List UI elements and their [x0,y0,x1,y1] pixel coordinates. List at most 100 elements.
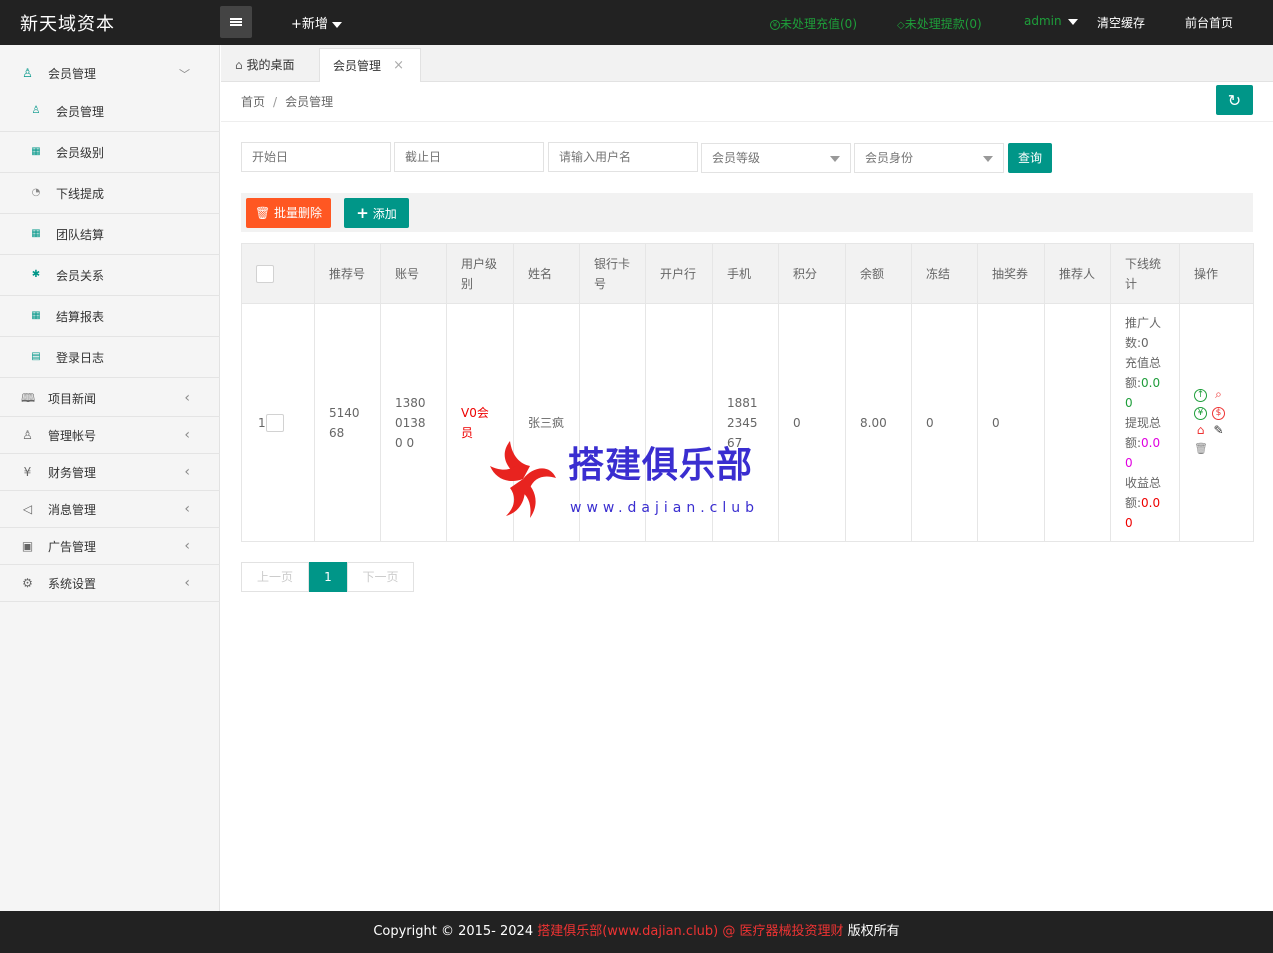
pending-recharge-label: 未处理充值(0) [780,17,857,31]
add-label: 添加 [372,207,397,221]
sidebar-group-label: 系统设置 [48,576,97,591]
search-icon[interactable]: ⌕ [1212,388,1225,402]
column-header: 下线统计 [1110,243,1180,304]
copyright-link[interactable]: 搭建俱乐部(www.dajian.club) @ 医疗器械投资理财 [537,924,843,939]
pending-recharge-link[interactable]: ¥ 未处理充值(0) [770,15,857,32]
sidebar-group-label: 会员管理 [48,67,97,81]
tag-icon[interactable]: ⌂ [1194,424,1207,438]
sidebar-group-label: 广告管理 [48,539,97,554]
sidebar-group-label: 项目新闻 [48,391,97,406]
prev-page-button[interactable]: 上一页 [241,562,309,592]
copyright-suffix: 版权所有 [847,924,900,939]
frontend-home-link[interactable]: 前台首页 [1185,14,1233,31]
hamburger-icon [230,18,242,26]
close-icon[interactable]: × [393,49,404,83]
copyright-prefix: Copyright © 2015- 2024 [373,924,534,939]
sidebar-item-label: 登录日志 [56,350,105,365]
app-logo: 新天域资本 [20,14,115,35]
column-header: 银行卡号 [579,243,646,304]
grid-icon: ▦ [31,228,41,239]
gear-icon: ⚙ [22,575,33,590]
next-page-button[interactable]: 下一页 [347,562,414,592]
chevron-left-icon: ‹ [184,575,190,591]
column-header: 冻结 [911,243,978,304]
gauge-icon: ◔ [31,187,41,198]
breadcrumb-home[interactable]: 首页 [241,95,265,109]
watermark-text: 搭建俱乐部 [568,445,754,486]
points-cell: 0 [778,303,846,542]
refresh-icon: ↻ [1227,90,1242,110]
sidebar-item-label: 结算报表 [56,309,105,324]
batch-delete-button[interactable]: 🗑 批量删除 [246,198,331,228]
select-value: 会员等级 [712,151,761,165]
chevron-left-icon: ‹ [184,464,190,480]
users-icon: ♙ [22,427,33,442]
footer: Copyright © 2015- 2024 搭建俱乐部(www.dajian.… [0,911,1273,953]
sidebar: ♙ 会员管理 ﹀ ♙ 会员管理 ▦ 会员级别 ◔ 下线提成 ▦ 团队结算 ✱ 会员关系 ▦… [0,45,220,911]
column-header: 操作 [1179,243,1254,304]
caret-down-icon [830,156,840,162]
tab-label: 会员管理 [333,59,382,73]
username-input[interactable]: 请输入用户名 [548,142,698,172]
chevron-left-icon: ‹ [184,427,190,443]
sidebar-group-finance[interactable]: ¥ 财务管理 ‹ [0,454,220,491]
add-new-menu[interactable]: +新增 [291,13,342,32]
sidebar-item-member-management[interactable]: ♙ 会员管理 [0,91,220,132]
upgrade-icon[interactable]: ↑ [1194,389,1207,402]
watermark-logo: 搭建俱乐部 www.dajian.club [488,436,788,526]
sidebar-group-accounts[interactable]: ♙ 管理帐号 ‹ [0,417,220,454]
sidebar-item-downline-commission[interactable]: ◔ 下线提成 [0,173,220,214]
column-header: 余额 [845,243,912,304]
user-icon: ♙ [22,66,33,80]
grid-icon: ▦ [31,146,41,157]
yen-circle-icon[interactable]: ¥ [1194,407,1207,420]
tab-desktop[interactable]: ⌂ 我的桌面 [235,48,319,82]
actions-cell: ↑ ⌕ ¥ $ ⌂ ✎ 🗑 [1179,303,1254,542]
caret-down-icon [331,21,342,28]
sidebar-item-label: 下线提成 [56,186,105,201]
sidebar-group-ads[interactable]: ▣ 广告管理 ‹ [0,528,220,565]
tab-members[interactable]: 会员管理 × [319,48,421,82]
start-date-input[interactable]: 开始日 [241,142,391,172]
column-header: 账号 [380,243,447,304]
sidebar-item-label: 会员关系 [56,268,105,283]
select-all-checkbox[interactable] [256,265,274,283]
refresh-button[interactable]: ↻ [1216,85,1253,115]
sidebar-item-label: 团队结算 [56,227,105,242]
page-1-button[interactable]: 1 [309,562,347,592]
sidebar-group-settings[interactable]: ⚙ 系统设置 ‹ [0,565,220,602]
lottery-cell: 0 [977,303,1045,542]
clear-cache-link[interactable]: 清空缓存 [1097,14,1145,31]
admin-menu[interactable]: admin [1024,14,1078,28]
tree-icon: ✱ [31,269,41,280]
sidebar-item-member-relations[interactable]: ✱ 会员关系 [0,255,220,296]
grid-icon: ▦ [31,310,41,321]
member-level-select[interactable]: 会员等级 [701,143,851,173]
dollar-circle-icon[interactable]: $ [1212,407,1225,420]
sidebar-group-news[interactable]: 🕮 项目新闻 ‹ [0,380,220,417]
pending-withdraw-link[interactable]: ◇未处理提款(0) [897,15,982,32]
edit-icon[interactable]: ✎ [1212,424,1225,438]
sidebar-group-messages[interactable]: ◁ 消息管理 ‹ [0,491,220,528]
home-icon: ⌂ [235,58,243,72]
sidebar-item-login-log[interactable]: ▤ 登录日志 [0,337,220,378]
menu-toggle-button[interactable] [220,6,252,38]
row-index: 1 [258,415,266,430]
sidebar-item-team-settlement[interactable]: ▦ 团队结算 [0,214,220,255]
sidebar-group-members[interactable]: ♙ 会员管理 ﹀ [0,55,220,92]
yen-icon: ¥ [23,464,32,479]
end-date-input[interactable]: 截止日 [394,142,544,172]
breadcrumb-separator: / [273,95,278,109]
add-button[interactable]: + 添加 [344,198,409,228]
sidebar-item-member-level[interactable]: ▦ 会员级别 [0,132,220,173]
breadcrumb-current: 会员管理 [285,95,334,109]
member-identity-select[interactable]: 会员身份 [854,143,1004,173]
trash-icon[interactable]: 🗑 [1194,443,1208,456]
watermark-url: www.dajian.club [570,500,760,516]
sidebar-item-settlement-report[interactable]: ▦ 结算报表 [0,296,220,337]
query-button[interactable]: 查询 [1008,143,1052,173]
sidebar-item-label: 会员级别 [56,145,105,160]
column-header: 用户级别 [446,243,514,304]
row-checkbox[interactable] [265,414,284,432]
column-header: 推荐号 [314,243,381,304]
